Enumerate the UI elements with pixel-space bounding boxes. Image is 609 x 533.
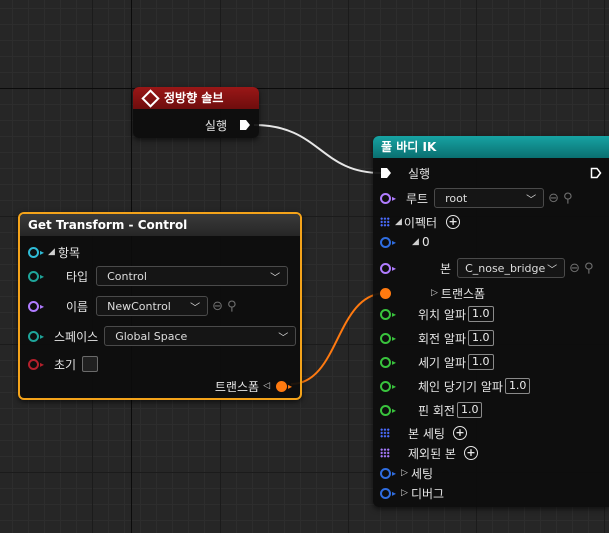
get-transform-title: Get Transform - Control [28,218,188,232]
position-alpha-label: 위치 알파 [418,307,466,322]
type-pin-icon[interactable] [28,270,39,282]
expand-triangle-icon[interactable]: ▷ [401,468,408,478]
strength-alpha-pin-icon[interactable] [380,356,391,368]
rotation-alpha-field[interactable]: 1.0 [468,330,494,346]
effector-label: 이펙터 [403,215,438,230]
expand-triangle-icon[interactable]: ▷ [401,488,408,498]
type-label: 타입 [66,269,89,284]
space-pin-icon[interactable] [28,330,39,342]
transform-input-label: 트랜스폼 [440,286,486,301]
forward-solve-title: 정방향 솔브 [164,91,224,105]
full-body-ik-title: 풀 바디 IK [381,140,437,154]
initial-checkbox[interactable] [82,356,99,372]
type-combo[interactable]: Control ﹀ [96,266,289,286]
rotation-alpha-label: 회전 알파 [418,331,466,346]
root-value: root [445,191,468,205]
root-combo[interactable]: root ﹀ [434,188,545,208]
chain-pull-alpha-field[interactable]: 1.0 [504,378,531,394]
settings-label: 세팅 [410,466,434,481]
exec-out-pin-icon[interactable] [239,119,251,131]
root-pin-icon[interactable] [380,192,391,204]
chain-pull-alpha-pin-icon[interactable] [380,380,391,392]
initial-label: 초기 [54,357,77,372]
exec-wire[interactable] [253,124,382,174]
debug-pin-icon[interactable] [380,487,391,499]
forward-solve-header[interactable]: 정방향 솔브 [133,87,259,109]
effector-index-label: 0 [421,235,430,249]
type-value: Control [107,269,147,283]
browse-icon[interactable]: ⚲ [227,299,237,314]
item-group-label: 항목 [57,245,81,260]
initial-pin-icon[interactable] [28,358,39,370]
pin-rotation-pin-icon[interactable] [380,404,391,416]
bone-settings-label: 본 세팅 [408,426,445,441]
name-pin-icon[interactable] [28,300,39,312]
full-body-ik-header[interactable]: 풀 바디 IK [373,136,609,158]
strength-alpha-label: 세기 알파 [418,355,466,370]
exec-in-label: 실행 [408,166,431,181]
transform-output-pin-icon[interactable] [275,380,287,392]
exec-out-pin-icon[interactable] [590,167,602,179]
pin-rotation-label: 핀 회전 [418,403,455,418]
expand-triangle-icon[interactable]: ◢ [412,237,419,247]
chevron-down-icon: ﹀ [190,302,201,314]
bone-label: 본 [440,261,452,276]
name-label: 이름 [66,299,89,314]
add-bone-setting-icon[interactable]: + [452,426,467,440]
effector-item-pin-icon[interactable] [380,236,391,248]
space-combo[interactable]: Global Space ﹀ [104,326,297,346]
exec-in-pin-icon[interactable] [380,167,392,179]
debug-label: 디버그 [410,486,445,501]
pin-rotation-field[interactable]: 1.0 [456,402,483,418]
exec-out-label: 실행 [204,118,227,133]
item-pin-icon[interactable] [28,246,39,258]
chevron-down-icon: ﹀ [270,272,281,284]
browse-icon[interactable]: ⚲ [563,191,573,206]
array-grid-icon [380,448,390,458]
add-excluded-bone-icon[interactable]: + [463,446,478,460]
position-alpha-field[interactable]: 1.0 [468,306,494,322]
chevron-down-icon: ﹀ [278,332,289,344]
settings-pin-icon[interactable] [380,467,391,479]
get-transform-node[interactable]: Get Transform - Control ▸ ◢ 항목 ▸ 타입 Cont… [18,212,302,400]
space-label: 스페이스 [54,329,99,344]
bone-pin-icon[interactable] [380,262,391,274]
chevron-down-icon: ﹀ [547,264,558,276]
full-body-ik-node[interactable]: 풀 바디 IK 실행 ▸ 루트 root ﹀ ⊖ ⚲ ◢ 이펙터 + ▸ ◢ 0 … [373,136,609,507]
root-label: 루트 [406,191,429,206]
position-alpha-pin-icon[interactable] [380,308,391,320]
use-selected-icon[interactable]: ⊖ [569,261,580,276]
array-grid-icon [380,217,390,227]
transform-output-label: 트랜스폼 [214,379,260,394]
event-diamond-icon [141,88,160,108]
expand-triangle-icon[interactable]: ◢ [395,217,402,227]
forward-solve-node[interactable]: 정방향 솔브 실행 [133,87,259,138]
add-effector-icon[interactable]: + [446,215,461,229]
chevron-down-icon: ﹀ [526,194,537,206]
bone-combo[interactable]: C_nose_bridge ﹀ [457,258,566,278]
get-transform-header[interactable]: Get Transform - Control [20,214,300,236]
bone-value: C_nose_bridge [465,261,546,275]
strength-alpha-field[interactable]: 1.0 [468,354,494,370]
expand-triangle-icon[interactable]: ▷ [431,288,438,298]
rotation-alpha-pin-icon[interactable] [380,332,391,344]
space-value: Global Space [115,329,188,343]
expand-triangle-icon[interactable]: ◢ [48,247,55,257]
transform-wire[interactable] [290,292,387,385]
collapse-triangle-icon[interactable]: ◁ [263,381,270,391]
use-selected-icon[interactable]: ⊖ [548,191,559,206]
browse-icon[interactable]: ⚲ [584,261,594,276]
use-selected-icon[interactable]: ⊖ [212,299,223,314]
array-grid-icon [380,428,390,438]
excluded-bones-label: 제외된 본 [408,446,456,461]
name-value: NewControl [107,299,171,313]
name-combo[interactable]: NewControl ﹀ [96,296,209,316]
chain-pull-alpha-label: 체인 당기기 알파 [418,379,503,394]
transform-input-pin-icon[interactable] [380,287,391,299]
